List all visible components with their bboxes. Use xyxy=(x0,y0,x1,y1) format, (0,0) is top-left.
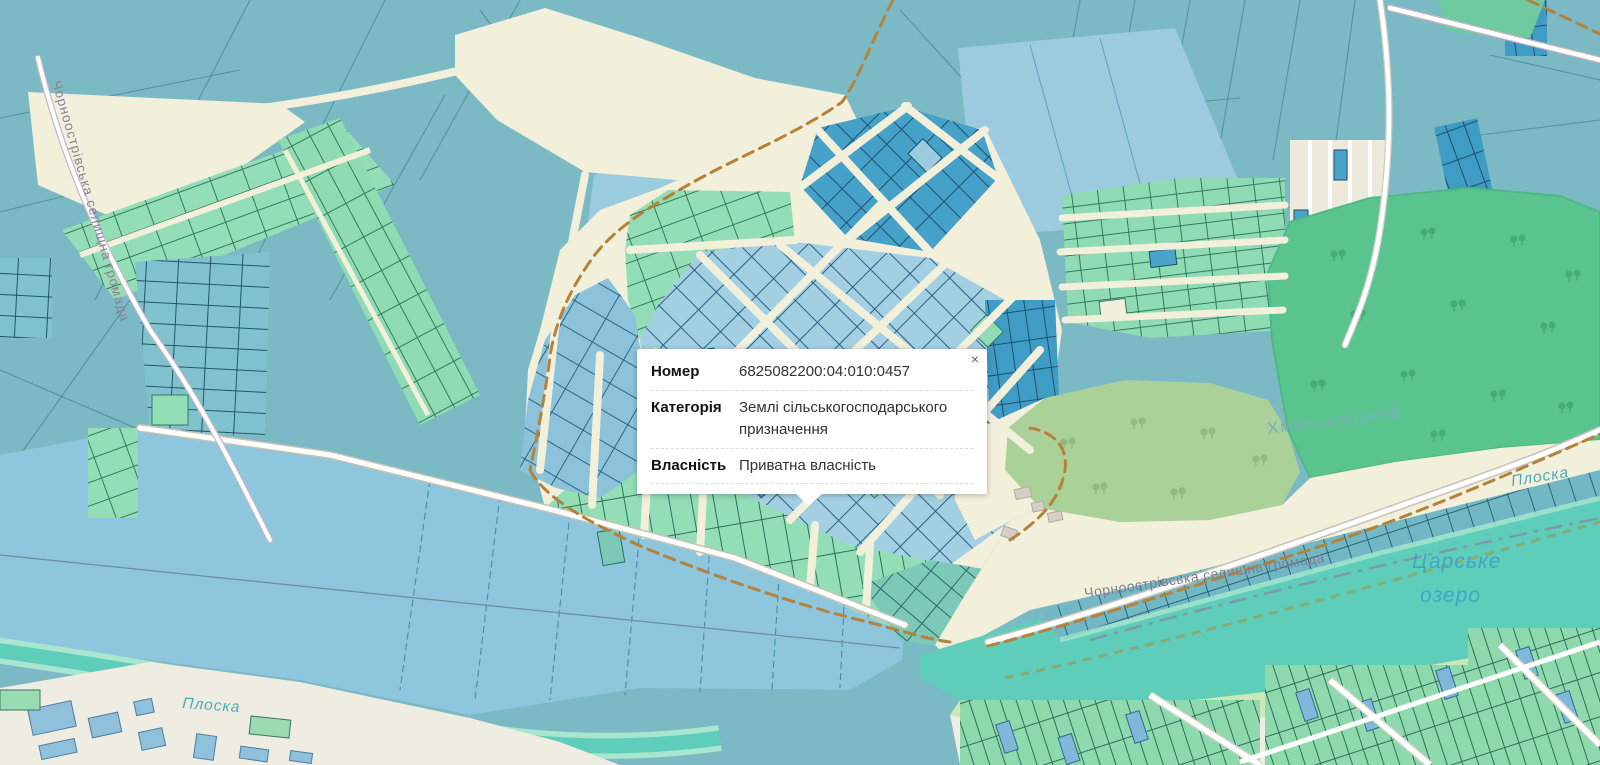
label-lake-tsarske-line1: Царське xyxy=(1412,550,1501,573)
popup-field-value: 6825082200:04:010:0457 xyxy=(739,361,973,384)
popup-row-number: Номер 6825082200:04:010:0457 xyxy=(651,355,973,391)
label-lake-tsarske-line2: озеро xyxy=(1420,584,1481,607)
orchard-area[interactable] xyxy=(1005,380,1300,522)
popup-field-value: Приватна власність xyxy=(739,455,973,478)
popup-row-ownership: Власність Приватна власність xyxy=(651,449,973,485)
popup-field-label: Категорія xyxy=(651,397,735,442)
popup-field-label: Номер xyxy=(651,361,735,384)
popup-field-value: Землі сільськогосподарського призначення xyxy=(739,397,973,442)
popup-row-category: Категорія Землі сільськогосподарського п… xyxy=(651,391,973,449)
popup-pointer-arrow xyxy=(795,493,823,506)
popup-field-label: Власність xyxy=(651,455,735,478)
popup-close-button[interactable]: × xyxy=(969,350,981,368)
parcel-info-popup: × Номер 6825082200:04:010:0457 Категорія… xyxy=(637,349,987,494)
edge-parcels-left[interactable] xyxy=(0,258,52,338)
forest-area[interactable] xyxy=(1268,188,1600,478)
cadastral-map-viewer: Чорноострівська селищна громада Чорноост… xyxy=(0,0,1600,765)
